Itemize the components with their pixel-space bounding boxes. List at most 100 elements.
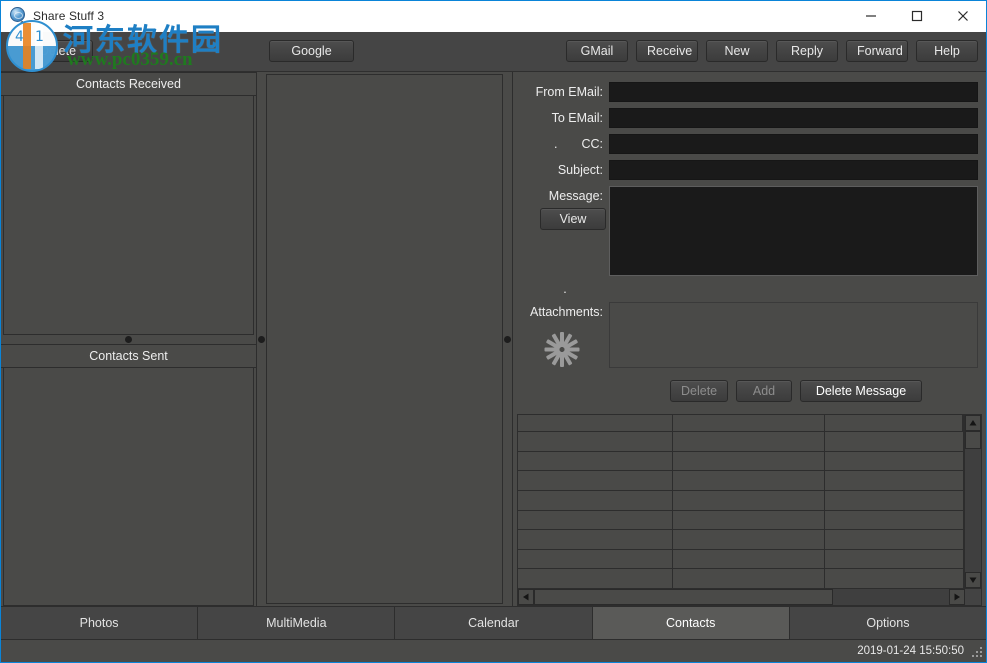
vertical-scroll-track[interactable] bbox=[965, 431, 981, 572]
grid-cell bbox=[825, 530, 963, 549]
splitter-left-middle[interactable] bbox=[257, 72, 266, 606]
grid-header-cell[interactable] bbox=[518, 415, 673, 431]
delete-button[interactable]: Delete bbox=[23, 40, 93, 62]
table-row[interactable] bbox=[518, 452, 963, 472]
attachments-list[interactable] bbox=[609, 302, 978, 368]
toolbar-right-buttons: GMail Receive New Reply Forward Help bbox=[566, 40, 978, 62]
table-row[interactable] bbox=[518, 491, 963, 511]
scrollbar-corner bbox=[965, 589, 981, 605]
maximize-icon[interactable] bbox=[894, 1, 940, 30]
help-button[interactable]: Help bbox=[916, 40, 978, 62]
vertical-scroll-thumb[interactable] bbox=[965, 431, 981, 449]
grid-cell bbox=[673, 471, 825, 490]
grid-cell bbox=[673, 511, 825, 530]
table-row[interactable] bbox=[518, 432, 963, 452]
grid-cell bbox=[673, 452, 825, 471]
table-row[interactable] bbox=[518, 550, 963, 570]
grid-cell bbox=[518, 432, 673, 451]
to-email-row: To EMail: bbox=[521, 108, 978, 128]
horizontal-scroll-area[interactable] bbox=[518, 589, 965, 605]
grid-cell bbox=[673, 491, 825, 510]
bottom-tab-bar: Photos MultiMedia Calendar Contacts Opti… bbox=[1, 606, 986, 639]
mail-form: From EMail: To EMail: . CC: Subject: bbox=[513, 72, 986, 408]
gmail-button[interactable]: GMail bbox=[566, 40, 628, 62]
horizontal-scroll-track[interactable] bbox=[534, 589, 949, 605]
delete-attachment-button[interactable]: Delete bbox=[670, 380, 728, 402]
subject-row: Subject: bbox=[521, 160, 978, 180]
view-message-button[interactable]: View bbox=[540, 208, 606, 230]
grid-cell bbox=[673, 530, 825, 549]
cc-dot-marker: . bbox=[554, 134, 557, 154]
grid-cell bbox=[825, 432, 963, 451]
triangle-left-icon[interactable] bbox=[518, 589, 534, 605]
grid-cell bbox=[518, 471, 673, 490]
message-detail-pane: From EMail: To EMail: . CC: Subject: bbox=[512, 72, 986, 606]
tab-contacts[interactable]: Contacts bbox=[593, 607, 790, 639]
message-row: Message: View bbox=[521, 186, 978, 276]
from-email-input[interactable] bbox=[609, 82, 978, 102]
subject-input[interactable] bbox=[609, 160, 978, 180]
close-icon[interactable] bbox=[940, 1, 986, 30]
tab-options[interactable]: Options bbox=[790, 607, 986, 639]
tab-photos[interactable]: Photos bbox=[1, 607, 198, 639]
contacts-splitter-horizontal[interactable] bbox=[1, 335, 256, 344]
table-row[interactable] bbox=[518, 471, 963, 491]
tab-multimedia[interactable]: MultiMedia bbox=[198, 607, 395, 639]
table-row[interactable] bbox=[518, 511, 963, 531]
table-row[interactable] bbox=[518, 569, 963, 588]
grid-vertical-scrollbar[interactable] bbox=[964, 415, 981, 588]
triangle-down-icon[interactable] bbox=[965, 572, 981, 588]
grid-cell bbox=[825, 511, 963, 530]
tab-calendar[interactable]: Calendar bbox=[395, 607, 592, 639]
contacts-received-header: Contacts Received bbox=[1, 72, 256, 96]
grid-cell bbox=[825, 550, 963, 569]
app-window: Share Stuff 3 4 1 河东软件园 www.pc0359.cn bbox=[0, 0, 987, 663]
window-controls bbox=[848, 1, 986, 30]
reply-button[interactable]: Reply bbox=[776, 40, 838, 62]
attachment-actions: Delete Add Delete Message bbox=[521, 380, 978, 402]
grid-horizontal-scrollbar[interactable] bbox=[518, 588, 981, 605]
triangle-right-icon[interactable] bbox=[949, 589, 965, 605]
grid-cell bbox=[825, 569, 963, 588]
loading-spinner-icon bbox=[541, 328, 583, 370]
from-email-label: From EMail: bbox=[521, 82, 609, 102]
grid-cell bbox=[673, 569, 825, 588]
resize-grip-icon[interactable] bbox=[970, 645, 982, 657]
main-toolbar: Delete Google GMail Receive New Reply Fo… bbox=[1, 32, 986, 72]
new-button[interactable]: New bbox=[706, 40, 768, 62]
receive-button[interactable]: Receive bbox=[636, 40, 698, 62]
cc-input[interactable] bbox=[609, 134, 978, 154]
splitter-middle-right[interactable] bbox=[503, 72, 512, 606]
contacts-received-list[interactable] bbox=[3, 96, 254, 335]
grid-header-cell[interactable] bbox=[825, 415, 963, 431]
google-button[interactable]: Google bbox=[269, 40, 354, 62]
attachments-row: Attachments: bbox=[521, 302, 978, 370]
grid-cell bbox=[825, 491, 963, 510]
message-label: Message: bbox=[549, 186, 603, 206]
message-textarea[interactable] bbox=[609, 186, 978, 276]
contacts-sent-header: Contacts Sent bbox=[1, 344, 256, 368]
grid-cell bbox=[518, 491, 673, 510]
delete-message-button[interactable]: Delete Message bbox=[800, 380, 922, 402]
grid-cell bbox=[673, 550, 825, 569]
grid-cell bbox=[518, 550, 673, 569]
grid-table bbox=[518, 415, 964, 588]
from-email-row: From EMail: bbox=[521, 82, 978, 102]
attachments-label: Attachments: bbox=[521, 302, 603, 322]
forward-button[interactable]: Forward bbox=[846, 40, 908, 62]
message-label-column: Message: View bbox=[521, 186, 609, 230]
grid-header-cell[interactable] bbox=[673, 415, 825, 431]
minimize-icon[interactable] bbox=[848, 1, 894, 30]
grid-rows bbox=[518, 432, 963, 588]
stray-dot-marker: . bbox=[521, 282, 609, 296]
contacts-sent-list[interactable] bbox=[3, 368, 254, 607]
horizontal-scroll-thumb[interactable] bbox=[534, 589, 833, 605]
grid-cell bbox=[518, 569, 673, 588]
messages-list-pane[interactable] bbox=[266, 74, 503, 604]
table-row[interactable] bbox=[518, 530, 963, 550]
add-attachment-button[interactable]: Add bbox=[736, 380, 792, 402]
contacts-pane: Contacts Received Contacts Sent bbox=[1, 72, 257, 606]
triangle-up-icon[interactable] bbox=[965, 415, 981, 431]
grid-cell bbox=[825, 471, 963, 490]
to-email-input[interactable] bbox=[609, 108, 978, 128]
